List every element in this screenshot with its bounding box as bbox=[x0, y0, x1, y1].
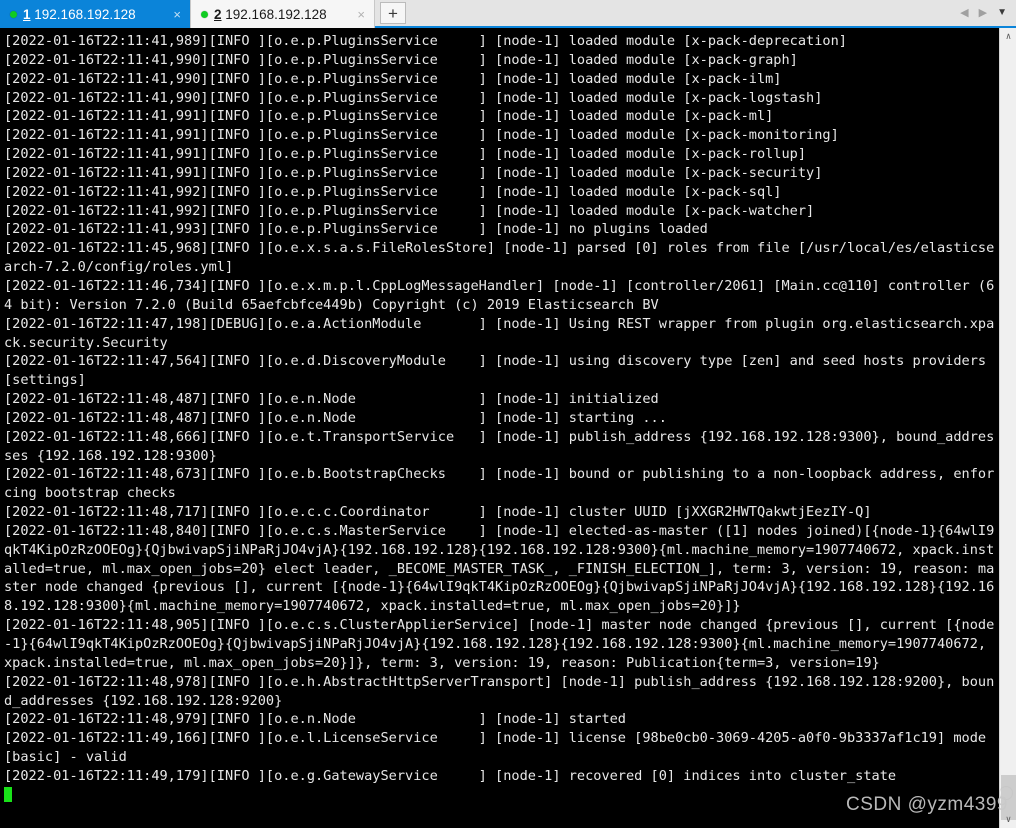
tab-2-index: 2 bbox=[214, 6, 222, 22]
terminal-output[interactable]: [2022-01-16T22:11:41,989][INFO ][o.e.p.P… bbox=[0, 28, 999, 828]
connection-status-dot-icon bbox=[10, 10, 17, 18]
tab-2-host: 192.168.192.128 bbox=[225, 6, 327, 22]
tab-2[interactable]: 2 192.168.192.128 × bbox=[190, 0, 375, 28]
terminal-line: [2022-01-16T22:11:48,717][INFO ][o.e.c.c… bbox=[4, 504, 872, 521]
tab-next-arrow-icon[interactable]: ▶ bbox=[979, 7, 987, 19]
scrollbar-mark-icon bbox=[999, 786, 1013, 800]
terminal-line: [2022-01-16T22:11:48,979][INFO ][o.e.n.N… bbox=[4, 711, 626, 728]
terminal-line: [2022-01-16T22:11:48,840][INFO ][o.e.c.s… bbox=[4, 522, 995, 615]
terminal-line: [2022-01-16T22:11:41,990][INFO ][o.e.p.P… bbox=[4, 51, 798, 68]
terminal-line: [2022-01-16T22:11:48,905][INFO ][o.e.c.s… bbox=[4, 617, 995, 671]
tab-prev-arrow-icon[interactable]: ◀ bbox=[960, 7, 968, 19]
terminal-line: [2022-01-16T22:11:47,198][DEBUG][o.e.a.A… bbox=[4, 315, 995, 351]
tab-list-chevron-down-icon[interactable]: ▼ bbox=[997, 8, 1007, 18]
terminal-line: [2022-01-16T22:11:48,487][INFO ][o.e.n.N… bbox=[4, 409, 667, 426]
terminal-line: [2022-01-16T22:11:41,991][INFO ][o.e.p.P… bbox=[4, 164, 823, 181]
terminal-cursor-line bbox=[4, 786, 999, 805]
connection-status-dot-icon bbox=[201, 10, 208, 18]
terminal-line: [2022-01-16T22:11:48,666][INFO ][o.e.t.T… bbox=[4, 428, 995, 464]
tab-2-close-icon[interactable]: × bbox=[354, 8, 368, 21]
tab-bar: 1 192.168.192.128 × 2 192.168.192.128 × … bbox=[0, 0, 1016, 28]
tab-1-close-icon[interactable]: × bbox=[170, 8, 184, 21]
terminal-area: [2022-01-16T22:11:41,989][INFO ][o.e.p.P… bbox=[0, 28, 1016, 828]
terminal-line: [2022-01-16T22:11:41,990][INFO ][o.e.p.P… bbox=[4, 89, 823, 106]
terminal-line: [2022-01-16T22:11:49,166][INFO ][o.e.l.L… bbox=[4, 730, 995, 766]
terminal-line: [2022-01-16T22:11:41,989][INFO ][o.e.p.P… bbox=[4, 33, 847, 49]
terminal-line: [2022-01-16T22:11:41,992][INFO ][o.e.p.P… bbox=[4, 183, 782, 200]
terminal-line: [2022-01-16T22:11:41,993][INFO ][o.e.p.P… bbox=[4, 221, 708, 238]
terminal-line: [2022-01-16T22:11:46,734][INFO ][o.e.x.m… bbox=[4, 277, 995, 313]
scrollbar-down-button[interactable]: ∨ bbox=[1000, 811, 1016, 828]
terminal-cursor bbox=[4, 786, 12, 802]
tab-1[interactable]: 1 192.168.192.128 × bbox=[0, 0, 190, 28]
terminal-line: [2022-01-16T22:11:48,978][INFO ][o.e.h.A… bbox=[4, 673, 995, 709]
terminal-line: [2022-01-16T22:11:41,992][INFO ][o.e.p.P… bbox=[4, 202, 815, 219]
terminal-line: [2022-01-16T22:11:45,968][INFO ][o.e.x.s… bbox=[4, 240, 995, 276]
terminal-line: [2022-01-16T22:11:41,991][INFO ][o.e.p.P… bbox=[4, 146, 807, 163]
tab-1-label: 1 192.168.192.128 bbox=[23, 7, 164, 22]
terminal-line: [2022-01-16T22:11:41,991][INFO ][o.e.p.P… bbox=[4, 127, 839, 144]
terminal-line: [2022-01-16T22:11:48,487][INFO ][o.e.n.N… bbox=[4, 391, 659, 408]
tab-bar-spacer bbox=[406, 0, 960, 26]
terminal-line: [2022-01-16T22:11:49,179][INFO ][o.e.g.G… bbox=[4, 767, 897, 784]
tab-bar-controls: ◀ ▶ ▼ bbox=[960, 0, 1016, 26]
terminal-line: [2022-01-16T22:11:48,673][INFO ][o.e.b.B… bbox=[4, 466, 995, 502]
terminal-line: [2022-01-16T22:11:41,991][INFO ][o.e.p.P… bbox=[4, 108, 774, 125]
tab-2-label: 2 192.168.192.128 bbox=[214, 7, 348, 22]
scrollbar-up-button[interactable]: ∧ bbox=[1000, 28, 1016, 45]
terminal-line: [2022-01-16T22:11:47,564][INFO ][o.e.d.D… bbox=[4, 353, 995, 389]
tab-1-host: 192.168.192.128 bbox=[34, 6, 136, 22]
new-tab-button[interactable]: + bbox=[380, 2, 406, 24]
terminal-scrollbar[interactable]: ∧ ∨ bbox=[999, 28, 1016, 828]
tab-1-index: 1 bbox=[23, 6, 31, 22]
terminal-line: [2022-01-16T22:11:41,990][INFO ][o.e.p.P… bbox=[4, 70, 782, 87]
